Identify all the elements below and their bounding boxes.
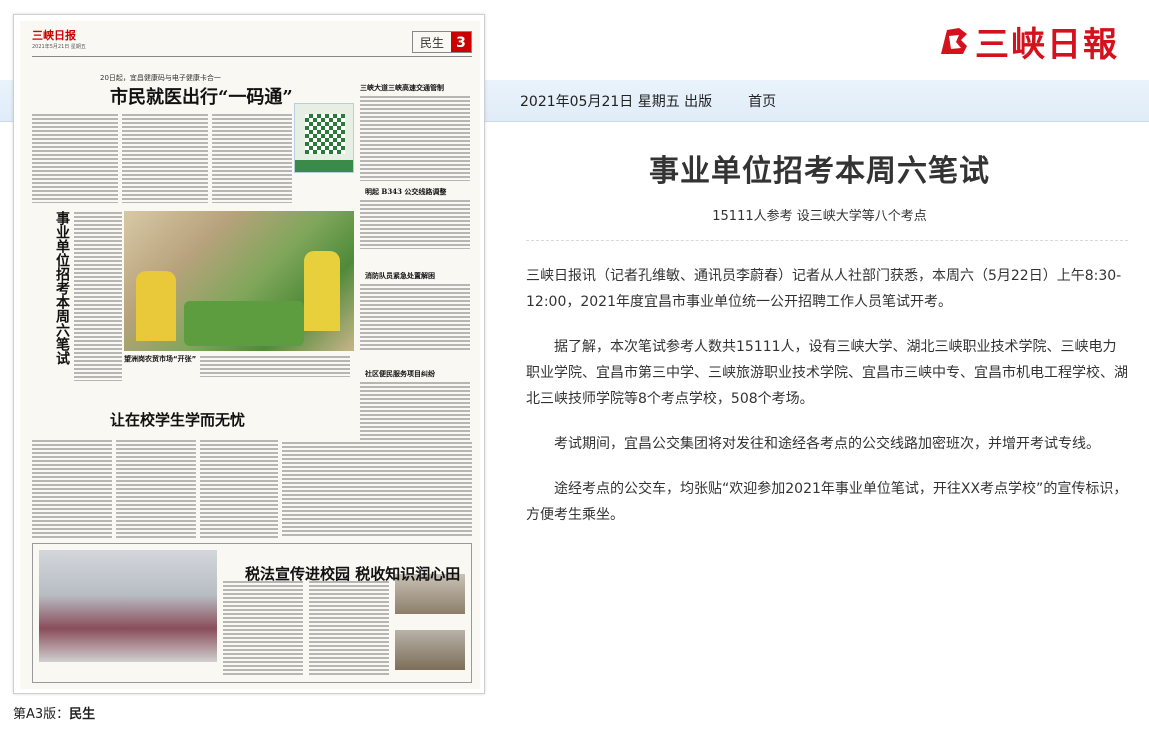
newspaper-page: 三峡日报 2021年5月21日 星期五 民生 3 20日起，宜昌健康码与电子健康… [20,21,480,689]
text-column [223,580,303,676]
text-column [360,199,470,249]
logo-mark-icon [941,28,967,54]
text-column [360,95,470,181]
text-column [74,211,122,381]
classroom-photo [39,550,217,662]
section-badge: 民生 3 [412,31,472,53]
headline-third: 让在校学生学而无忧 [110,411,246,429]
article-paragraph: 途经考点的公交车，均张贴“欢迎参加2021年事业单位笔试，开往XX考点学校”的宣… [526,481,1128,523]
home-link[interactable]: 首页 [748,91,776,111]
event-photo [395,630,465,670]
brand-logo[interactable]: 三峡日報 [937,18,1119,65]
headline-fourth: 税法宣传进校园 税收知识润心田 [245,565,461,583]
newspaper-page-thumbnail[interactable]: 三峡日报 2021年5月21日 星期五 民生 3 20日起，宜昌健康码与电子健康… [13,14,485,694]
page-masthead: 三峡日报 2021年5月21日 星期五 民生 3 [32,27,472,57]
text-column [212,113,292,203]
text-column [360,283,470,351]
masthead-date: 2021年5月21日 星期五 [32,44,86,50]
qr-code-image [294,103,354,173]
market-photo [124,211,354,351]
page-thumbnail-area: 三峡日报 2021年5月21日 星期五 民生 3 20日起，宜昌健康码与电子健康… [0,0,490,729]
text-column [282,441,472,537]
page-caption-prefix: 第A3版： [13,707,70,722]
text-column [32,113,118,203]
article-paragraph: 考试期间，宜昌公交集团将对发往和途经各考点的公交线路加密班次，并增开考试专线。 [554,436,1100,452]
text-column [116,439,196,539]
page-caption-section: 民生 [69,707,96,722]
text-column [200,439,278,539]
page-caption: 第A3版：民生 [0,700,490,729]
article-panel: 事业单位招考本周六笔试 15111人参考 设三峡大学等八个考点 三峡日报讯（记者… [490,122,1149,729]
right-column-headline-4: 社区便民服务项目纠纷 [365,369,435,378]
article-title: 事业单位招考本周六笔试 [649,155,990,188]
article-paragraph: 三峡日报讯（记者孔维敏、通讯员李蔚春）记者从人社部门获悉，本周六（5月22日）上… [526,268,1122,310]
text-column [309,580,389,676]
article-subtitle: 15111人参考 设三峡大学等八个考点 [712,209,927,224]
text-column [122,113,208,203]
headline-kicker: 20日起，宜昌健康码与电子健康卡合一 [100,74,221,82]
info-bar: 2021年05月21日 星期五 出版 首页 [490,80,1149,122]
headline-main: 市民就医出行“一码通” [110,87,293,108]
publish-date: 2021年05月21日 星期五 出版 [520,93,713,110]
masthead-logo: 三峡日报 [32,29,76,42]
vertical-headline: 事业单位招考本周六笔试 [54,211,70,365]
article-divider [526,240,1128,241]
right-column-headline-2: 明起 B343 公交线路调整 [365,187,447,196]
text-column [360,381,470,441]
right-column-headline-1: 三峡大道三峡高速交通管制 [360,83,444,92]
text-column [200,355,350,377]
article-body: 三峡日报讯（记者孔维敏、通讯员李蔚春）记者从人社部门获悉，本周六（5月22日）上… [526,263,1128,547]
right-column-headline-3: 消防队员紧急处置解困 [365,271,435,280]
text-column [32,439,112,539]
article-paragraph: 据了解，本次笔试参考人数共15111人，设有三峡大学、湖北三峡职业技术学院、三峡… [526,339,1128,407]
photo-caption: 望洲岗农贸市场“开张” [124,355,197,363]
logo-text: 三峡日報 [975,24,1119,65]
section-name: 民生 [419,36,444,50]
section-number: 3 [451,32,471,52]
